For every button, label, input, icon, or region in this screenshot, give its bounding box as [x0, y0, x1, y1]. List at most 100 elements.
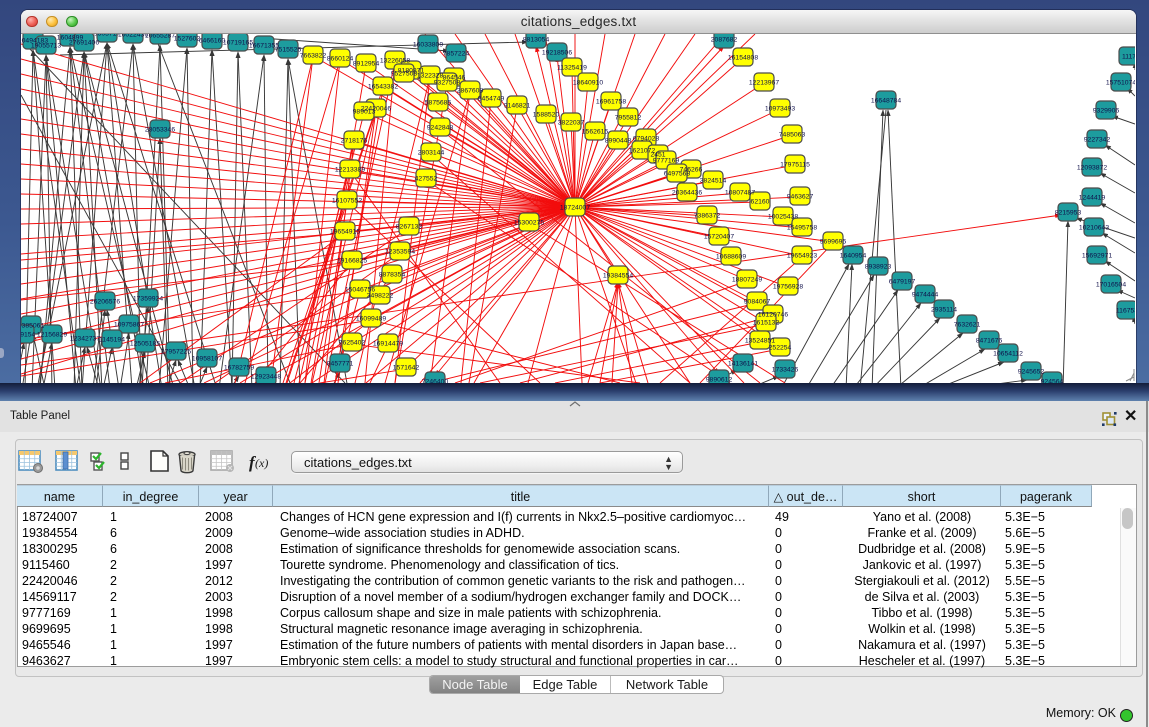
svg-text:11325419: 11325419: [557, 65, 587, 72]
svg-text:8267133: 8267133: [396, 224, 423, 231]
svg-text:10688609: 10688609: [716, 254, 746, 261]
svg-text:12342737: 12342737: [70, 336, 100, 343]
svg-text:(x): (x): [255, 456, 268, 470]
svg-text:2803144: 2803144: [418, 150, 445, 157]
svg-text:20364436: 20364436: [672, 190, 702, 197]
svg-text:17975115: 17975115: [780, 162, 810, 169]
svg-text:18807249: 18807249: [732, 277, 762, 284]
svg-text:14136141: 14136141: [728, 361, 758, 368]
svg-text:12156829: 12156829: [37, 332, 67, 339]
svg-text:16543382: 16543382: [368, 84, 398, 91]
svg-text:12213389: 12213389: [335, 167, 365, 174]
svg-text:10025438: 10025438: [768, 214, 798, 221]
svg-text:1322328: 1322328: [417, 73, 444, 80]
svg-text:1615132: 1615132: [753, 320, 780, 327]
svg-text:9084067: 9084067: [744, 299, 771, 306]
svg-text:7857224: 7857224: [443, 51, 470, 58]
svg-text:2718176: 2718176: [341, 138, 368, 145]
svg-text:17359924: 17359924: [133, 296, 163, 303]
svg-text:3822037: 3822037: [558, 120, 585, 127]
svg-text:1527602: 1527602: [174, 36, 201, 43]
svg-text:12923448: 12923448: [251, 374, 281, 381]
svg-text:10975867: 10975867: [114, 322, 144, 329]
svg-text:7485063: 7485063: [779, 132, 806, 139]
svg-text:8938923: 8938923: [865, 264, 892, 271]
svg-text:10210643: 10210643: [1079, 225, 1109, 232]
svg-text:5875685: 5875685: [425, 100, 452, 107]
svg-text:18724007: 18724007: [560, 205, 590, 212]
svg-text:12353594: 12353594: [385, 249, 415, 256]
svg-text:10655287: 10655287: [145, 34, 175, 40]
svg-text:19654923: 19654923: [787, 253, 817, 260]
svg-text:6497568: 6497568: [664, 171, 691, 178]
svg-text:9245652: 9245652: [1018, 369, 1045, 376]
svg-text:8878354: 8878354: [379, 272, 406, 279]
svg-text:9242848: 9242848: [427, 125, 454, 132]
svg-text:7625402: 7625402: [339, 340, 366, 347]
svg-text:16961758: 16961758: [596, 99, 626, 106]
svg-text:1640954: 1640954: [840, 253, 867, 260]
svg-text:10958107: 10958107: [192, 356, 222, 363]
svg-text:7632621: 7632621: [954, 322, 981, 329]
svg-text:12093872: 12093872: [1077, 165, 1107, 172]
svg-text:9777169: 9777169: [653, 158, 680, 165]
svg-text:8990448: 8990448: [605, 138, 632, 145]
svg-text:13524851: 13524851: [745, 338, 775, 345]
svg-text:19384554: 19384554: [603, 273, 633, 280]
svg-text:9527508: 9527508: [391, 71, 418, 78]
svg-text:16120746: 16120746: [758, 312, 788, 319]
svg-text:10022436: 10022436: [118, 34, 148, 39]
svg-text:16648784: 16648784: [871, 98, 901, 105]
svg-text:15692971: 15692971: [1082, 253, 1112, 260]
svg-text:1244419: 1244419: [1079, 195, 1106, 202]
svg-text:8912954: 8912954: [353, 61, 380, 68]
svg-text:9474444: 9474444: [912, 292, 939, 299]
svg-text:12505185: 12505185: [130, 341, 160, 348]
svg-text:16107552: 16107552: [332, 198, 362, 205]
svg-text:7386372: 7386372: [694, 213, 721, 220]
svg-text:1562615: 1562615: [582, 129, 609, 136]
svg-text:9605717: 9605717: [94, 34, 121, 38]
svg-text:27691406: 27691406: [69, 40, 99, 47]
svg-text:16914479: 16914479: [373, 341, 403, 348]
svg-text:26206576: 26206576: [90, 299, 120, 306]
svg-text:17957225: 17957225: [161, 349, 191, 356]
svg-text:10654112: 10654112: [993, 351, 1023, 358]
svg-text:8813054: 8813054: [523, 37, 550, 44]
svg-text:19166825: 19166825: [337, 258, 367, 265]
svg-text:8454749: 8454749: [478, 96, 505, 103]
svg-text:6479197: 6479197: [889, 279, 916, 286]
svg-text:16033809: 16033809: [413, 42, 443, 49]
svg-text:9146821: 9146821: [504, 103, 531, 110]
svg-text:7663822: 7663822: [300, 53, 327, 60]
svg-text:9463627: 9463627: [787, 194, 814, 201]
svg-text:252254: 252254: [769, 345, 792, 352]
svg-text:8660124: 8660124: [327, 56, 354, 63]
svg-text:8215953: 8215953: [1055, 210, 1082, 217]
svg-text:16782759: 16782759: [224, 365, 254, 372]
svg-text:17016504: 17016504: [1096, 282, 1126, 289]
svg-text:989013: 989013: [353, 109, 376, 116]
svg-text:2935114: 2935114: [931, 307, 957, 314]
svg-text:15751074: 15751074: [1106, 80, 1135, 87]
svg-text:939154: 939154: [21, 332, 36, 339]
svg-text:6794028: 6794028: [633, 136, 660, 143]
svg-text:1588520: 1588520: [533, 112, 560, 119]
svg-text:3824514: 3824514: [700, 178, 727, 185]
svg-text:10807487: 10807487: [725, 190, 755, 197]
svg-text:19055713: 19055713: [31, 43, 61, 50]
svg-text:1571642: 1571642: [393, 365, 420, 372]
svg-text:7515526: 7515526: [275, 47, 302, 54]
svg-text:9457771: 9457771: [327, 361, 354, 368]
svg-text:19654915: 19654915: [330, 229, 360, 236]
svg-text:1117: 1117: [1122, 54, 1135, 61]
svg-text:28053346: 28053346: [145, 127, 175, 134]
svg-text:9327508: 9327508: [434, 80, 461, 87]
svg-text:15300275: 15300275: [514, 220, 544, 227]
svg-text:18640910: 18640910: [573, 80, 603, 87]
svg-text:1145194: 1145194: [99, 337, 125, 344]
svg-text:9385061: 9385061: [21, 323, 44, 330]
svg-text:8471676: 8471676: [976, 338, 1003, 345]
svg-text:7955812: 7955812: [615, 115, 642, 122]
svg-text:427552: 427552: [415, 176, 438, 183]
